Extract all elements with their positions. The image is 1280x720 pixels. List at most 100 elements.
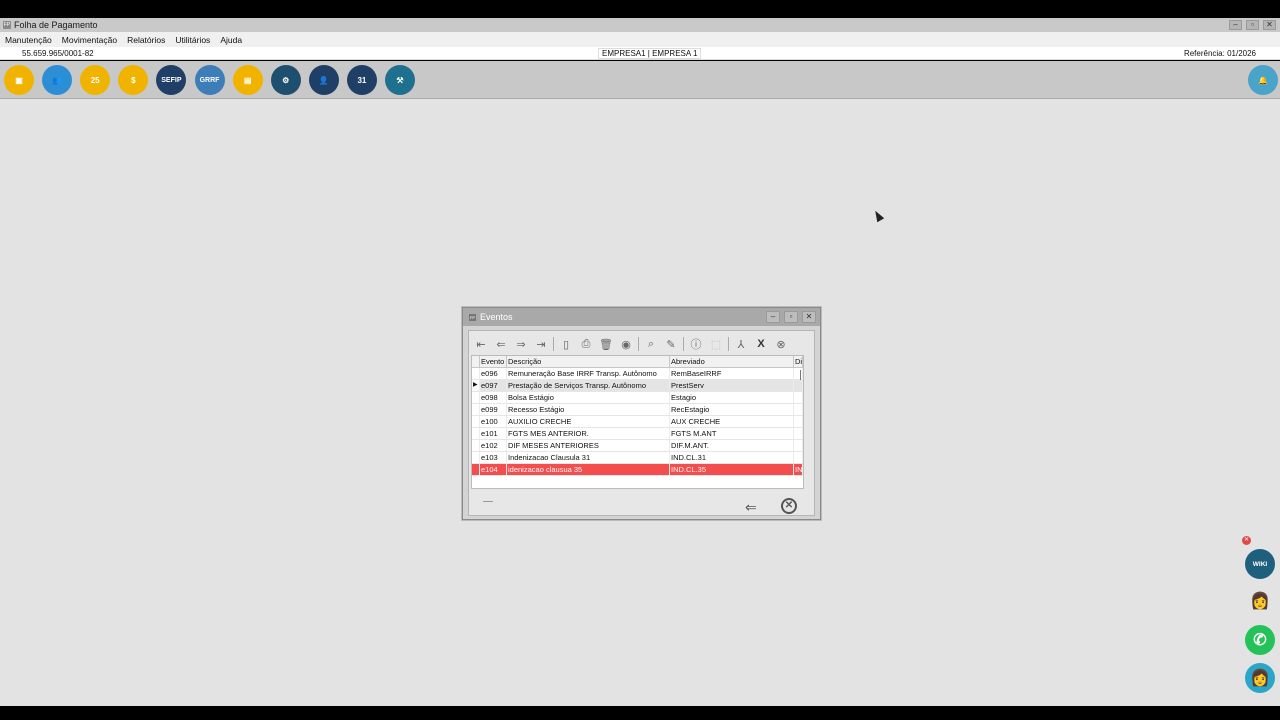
pdf-icon[interactable]: ⅄ (731, 335, 751, 353)
app-title: Folha de Pagamento (14, 20, 98, 30)
dialog-close-button[interactable]: ✕ (802, 311, 816, 323)
table-row[interactable]: ▶ e097 Prestação de Serviços Transp. Autôn… (472, 380, 803, 392)
header-descricao[interactable]: Descrição (507, 356, 670, 367)
calendar-31-icon[interactable]: 31 (346, 65, 377, 95)
menu-relatorios[interactable]: Relatórios (127, 35, 165, 45)
edit-icon[interactable]: ✎ (661, 335, 681, 353)
menu-manutencao[interactable]: Manutenção (5, 35, 52, 45)
table-row[interactable]: e100 AUXILIO CRECHE AUX CRECHE (472, 416, 803, 428)
info-bar: 55.659.965/0001-82 EMPRESA1 | EMPRESA 1 … (0, 47, 1280, 60)
print-icon[interactable]: ⎙ (576, 335, 596, 353)
header-abreviado[interactable]: Abreviado (670, 356, 794, 367)
cell-abreviado: DIF.M.ANT. (670, 440, 794, 451)
cell-evento: e102 (480, 440, 507, 451)
cell-abreviado: IND.CL.31 (670, 452, 794, 463)
worker-icon[interactable]: 👤 (308, 65, 339, 95)
export-icon[interactable]: ⬚ (706, 335, 726, 353)
menubar: Manutenção Movimentação Relatórios Utili… (0, 32, 1280, 47)
maximize-button[interactable]: ▫ (1246, 20, 1259, 30)
bell-icon[interactable]: 🔔 (1248, 65, 1278, 95)
cancel-icon[interactable]: ⊗ (771, 335, 791, 353)
toolbar-separator (638, 337, 639, 351)
new-record-icon[interactable]: ▯ (556, 335, 576, 353)
cell-evento: e099 (480, 404, 507, 415)
row-indicator: ▶ (472, 380, 480, 391)
cell-di (794, 404, 803, 415)
referencia-text: Referência: 01/2026 (1183, 49, 1256, 58)
first-record-icon[interactable]: ⇤ (471, 335, 491, 353)
search-icon[interactable]: ⌕ (641, 335, 661, 353)
cell-evento: e100 (480, 416, 507, 427)
gavel-icon[interactable]: ⚒ (385, 65, 415, 95)
menu-movimentacao[interactable]: Movimentação (62, 35, 117, 45)
cell-di (794, 380, 803, 391)
cell-descricao: DIF MESES ANTERIORES (507, 440, 670, 451)
excel-icon[interactable]: X (751, 335, 771, 353)
dialog-minimize-button[interactable]: – (766, 311, 780, 323)
cell-descricao: AUXILIO CRECHE (507, 416, 670, 427)
header-di[interactable]: Di (794, 356, 803, 367)
row-indicator (472, 404, 480, 415)
header-evento[interactable]: Evento (480, 356, 507, 367)
app-titlebar: FP Folha de Pagamento – ▫ ✕ (0, 18, 1280, 32)
cell-di (794, 428, 803, 439)
close-side-panel-icon[interactable]: ✕ (1242, 536, 1251, 545)
toolbar-separator (683, 337, 684, 351)
menu-ajuda[interactable]: Ajuda (220, 35, 242, 45)
main-toolbar: 🔔 ▣ 👥 25 $ SEFIP GRRF ▤ ⚙ 👤 31 ⚒ (0, 61, 1280, 99)
grrf-icon[interactable]: GRRF (194, 65, 225, 95)
employees-icon[interactable]: 👥 (42, 65, 73, 95)
whatsapp-icon[interactable]: ✆ (1245, 625, 1275, 655)
table-row[interactable]: e101 FGTS MES ANTERIOR. FGTS M.ANT (472, 428, 803, 440)
cell-di (794, 416, 803, 427)
company-icon[interactable]: ▣ (4, 65, 34, 95)
cell-evento: e101 (480, 428, 507, 439)
eventos-grid: Evento Descrição Abreviado Di e096 Remune… (471, 355, 804, 489)
support-avatar-icon[interactable]: 👩 (1245, 663, 1275, 693)
assistant-avatar-icon[interactable]: 👩 (1245, 586, 1275, 616)
last-record-icon[interactable]: ⇥ (531, 335, 551, 353)
table-row[interactable]: e104 idenizacao clausua 35 IND.CL.35 IN (472, 464, 803, 476)
back-arrow-button[interactable]: ⇐ (745, 499, 757, 516)
cell-descricao: Bolsa Estágio (507, 392, 670, 403)
row-indicator (472, 416, 480, 427)
table-row[interactable]: e096 Remuneração Base IRRF Transp. Autôno… (472, 368, 803, 380)
next-record-icon[interactable]: ⇒ (511, 335, 531, 353)
dialog-body: ⇤ ⇐ ⇒ ⇥ ▯ ⎙ 🗑 ◉ ⌕ ✎ ⓘ ⬚ ⅄ X ⊗ Evento Des… (468, 330, 815, 516)
cell-di: IN (795, 464, 803, 475)
dialog-exit-button[interactable]: ✕ (781, 498, 797, 514)
help-icon[interactable]: ⓘ (686, 335, 706, 353)
grid-scrollbar[interactable] (800, 370, 801, 380)
cell-evento: e104 (480, 464, 507, 475)
user-settings-icon[interactable]: ⚙ (270, 65, 301, 95)
cell-abreviado: RemBaseIRRF (670, 368, 794, 379)
table-row[interactable]: e099 Recesso Estágio RecEstagio (472, 404, 803, 416)
menu-utilitarios[interactable]: Utilitários (175, 35, 210, 45)
cnpj-text: 55.659.965/0001-82 (22, 49, 94, 58)
cell-abreviado: PrestServ (670, 380, 794, 391)
wiki-icon[interactable]: WIKI (1245, 549, 1275, 579)
table-row[interactable]: e098 Bolsa Estágio Estagio (472, 392, 803, 404)
table-row[interactable]: e103 Indenizacao Clausula 31 IND.CL.31 (472, 452, 803, 464)
dialog-maximize-button[interactable]: ▫ (784, 311, 798, 323)
toolbar-separator (728, 337, 729, 351)
sefip-icon[interactable]: SEFIP (156, 65, 187, 95)
prev-record-icon[interactable]: ⇐ (491, 335, 511, 353)
table-row[interactable]: e102 DIF MESES ANTERIORES DIF.M.ANT. (472, 440, 803, 452)
row-indicator (472, 452, 480, 463)
bottom-strip (0, 706, 1280, 720)
dialog-window-controls: – ▫ ✕ (766, 311, 816, 323)
minimize-button[interactable]: – (1229, 20, 1242, 30)
cell-abreviado: AUX CRECHE (670, 416, 794, 427)
row-indicator (472, 428, 480, 439)
cell-di (794, 440, 803, 451)
cell-di (794, 452, 803, 463)
calendar-25-icon[interactable]: 25 (80, 65, 111, 95)
view-icon[interactable]: ◉ (616, 335, 636, 353)
money-icon[interactable]: $ (118, 65, 149, 95)
document-icon[interactable]: ▤ (232, 65, 263, 95)
cell-descricao: FGTS MES ANTERIOR. (507, 428, 670, 439)
delete-icon[interactable]: 🗑 (596, 335, 616, 353)
close-button[interactable]: ✕ (1263, 20, 1276, 30)
grid-header: Evento Descrição Abreviado Di (472, 356, 803, 368)
